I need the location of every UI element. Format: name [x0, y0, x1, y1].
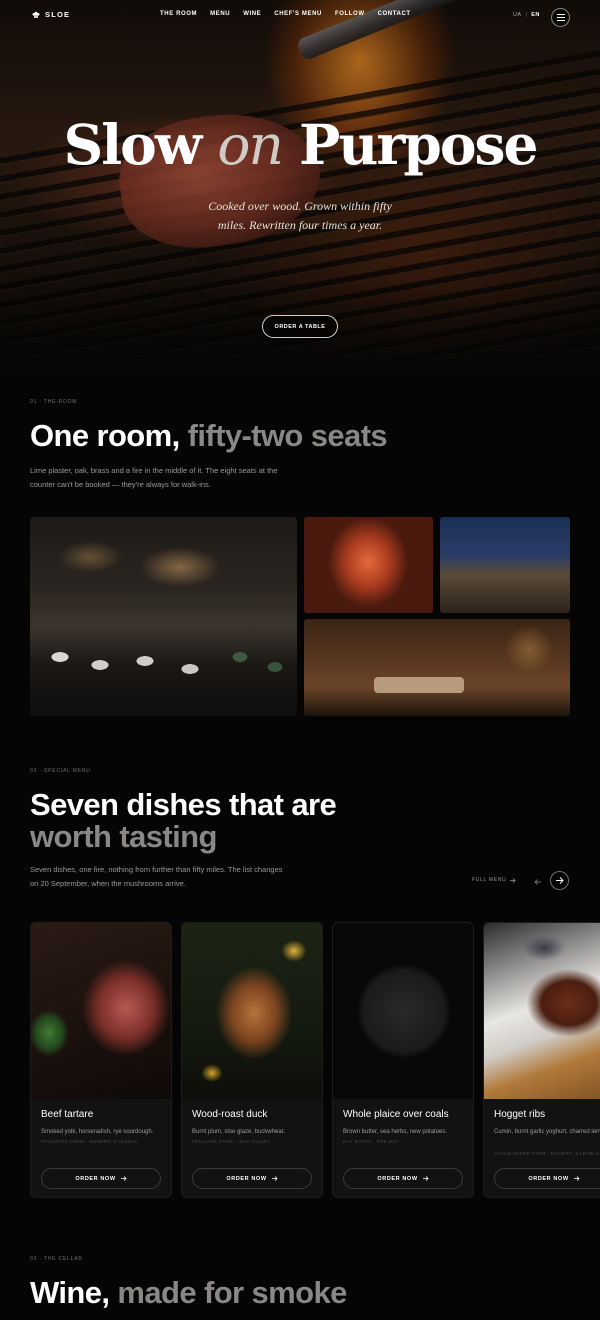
order-now-button[interactable]: ORDER NOW — [41, 1168, 161, 1189]
arrow-right-icon — [120, 1176, 127, 1181]
dish-title: Whole plaice over coals — [343, 1109, 449, 1120]
arrow-left-icon — [534, 878, 541, 885]
brand-name: SLOE — [45, 10, 71, 19]
room-eyebrow: 01 · THE ROOM — [30, 399, 78, 405]
room-heading-muted: fifty-two seats — [187, 418, 388, 453]
dish-title: Beef tartare — [41, 1109, 94, 1120]
lang-option-en[interactable]: EN — [531, 12, 539, 18]
dish-source: YEALM SHEEP FARM · DUNDRY, 3 LEVELS — [494, 1151, 600, 1156]
room-heading-main: One room, — [30, 418, 180, 453]
dish-card-whole-plaice[interactable]: Whole plaice over coals Brown butter, se… — [332, 922, 474, 1198]
dish-photo-duck — [182, 923, 322, 1099]
nav-link-menu[interactable]: MENU — [210, 11, 230, 17]
special-eyebrow: 02 · SPECIAL MENU — [30, 768, 91, 774]
dish-title: Hogget ribs — [494, 1109, 546, 1120]
cellar-eyebrow: 03 · THE CELLAR — [30, 1256, 83, 1262]
nav-link-chefs-menu[interactable]: CHEF'S MENU — [274, 11, 322, 17]
hamburger-icon — [556, 14, 565, 21]
language-switcher: UA | EN — [513, 12, 540, 18]
lounge-sofa-image — [374, 677, 464, 693]
dish-description: Cumin, burnt garlic yoghurt, charred lem… — [494, 1129, 600, 1135]
dish-description: Brown butter, sea herbs, new potatoes. — [343, 1129, 448, 1135]
order-now-button[interactable]: ORDER NOW — [343, 1168, 463, 1189]
dish-photo-ribs — [484, 923, 600, 1099]
hero-title-em: on — [217, 113, 284, 177]
hero-title-part1: Slow — [63, 112, 203, 177]
hero-title: Slow on Purpose — [0, 112, 600, 177]
carousel-prev-button[interactable] — [528, 872, 547, 891]
full-menu-label: FULL MENU — [472, 877, 507, 883]
arrow-right-icon — [510, 877, 517, 883]
special-heading-line2: worth tasting — [30, 819, 217, 854]
nav-link-follow[interactable]: FOLLOW — [335, 11, 365, 17]
dish-description: Burnt plum, sloe glaze, buckwheat. — [192, 1129, 286, 1135]
dining-room-photo — [30, 517, 297, 716]
arrow-right-icon — [271, 1176, 278, 1181]
bar-photo — [304, 517, 433, 613]
dining-tables-image — [40, 637, 290, 697]
cellar-heading: Wine, made for smoke — [30, 1277, 347, 1309]
order-now-label: ORDER NOW — [75, 1175, 116, 1182]
special-heading-line1: Seven dishes that are — [30, 787, 337, 822]
dish-source: DAY BOATS · RYE BAY — [343, 1139, 399, 1144]
nav-link-wine[interactable]: WINE — [243, 11, 261, 17]
special-body: Seven dishes, one fire, nothing from fur… — [30, 865, 283, 888]
dish-source: FELLMORE FARM · DUNDRY, 3 LEVELS — [41, 1139, 138, 1144]
lounge-photo — [304, 619, 570, 716]
dish-photo-beef — [31, 923, 171, 1099]
room-heading: One room, fifty-two seats — [30, 418, 388, 453]
terrace-photo — [440, 517, 570, 613]
dish-card-wood-roast-duck[interactable]: Wood-roast duck Burnt plum, sloe glaze, … — [181, 922, 323, 1198]
top-nav: SLOE THE ROOM MENU WINE CHEF'S MENU FOLL… — [0, 8, 600, 27]
room-body: Lime plaster, oak, brass and a fire in t… — [30, 466, 278, 489]
arrow-right-icon — [573, 1176, 580, 1181]
hero-title-part2: Purpose — [299, 112, 538, 177]
dish-description: Smoked yolk, horseradish, rye sourdough. — [41, 1129, 154, 1135]
order-now-label: ORDER NOW — [377, 1175, 418, 1182]
dish-title: Wood-roast duck — [192, 1109, 268, 1120]
cellar-heading-muted: made for smoke — [117, 1275, 347, 1310]
order-now-button[interactable]: ORDER NOW — [192, 1168, 312, 1189]
arrow-right-icon — [555, 877, 564, 884]
carousel-next-button[interactable] — [550, 871, 569, 890]
cellar-heading-main: Wine, — [30, 1275, 110, 1310]
menu-button[interactable] — [551, 8, 570, 27]
order-table-button[interactable]: ORDER A TABLE — [262, 315, 338, 338]
hero-section: SLOE THE ROOM MENU WINE CHEF'S MENU FOLL… — [0, 0, 600, 375]
order-now-label: ORDER NOW — [528, 1175, 569, 1182]
hero-subtitle: Cooked over wood. Grown within fifty mil… — [208, 199, 392, 232]
order-now-button[interactable]: ORDER NOW — [494, 1168, 600, 1189]
nav-links: THE ROOM MENU WINE CHEF'S MENU FOLLOW CO… — [160, 11, 411, 17]
full-menu-link[interactable]: FULL MENU — [472, 877, 517, 883]
dish-card-beef-tartare[interactable]: Beef tartare Smoked yolk, horseradish, r… — [30, 922, 172, 1198]
dish-card-hogget-ribs[interactable]: Hogget ribs Cumin, burnt garlic yoghurt,… — [483, 922, 600, 1198]
dish-photo-plaice — [333, 923, 473, 1099]
nav-link-contact[interactable]: CONTACT — [378, 11, 411, 17]
nav-link-the-room[interactable]: THE ROOM — [160, 11, 197, 17]
lang-separator: | — [525, 12, 528, 18]
special-heading: Seven dishes that are worth tasting — [30, 787, 337, 854]
chef-hat-icon — [32, 11, 40, 18]
arrow-right-icon — [422, 1176, 429, 1181]
brand-logo[interactable]: SLOE — [32, 10, 70, 19]
lang-option-ua[interactable]: UA — [513, 12, 521, 18]
order-now-label: ORDER NOW — [226, 1175, 267, 1182]
dish-source: FEN LANE FARM · ISLE VALLEY — [192, 1139, 271, 1144]
